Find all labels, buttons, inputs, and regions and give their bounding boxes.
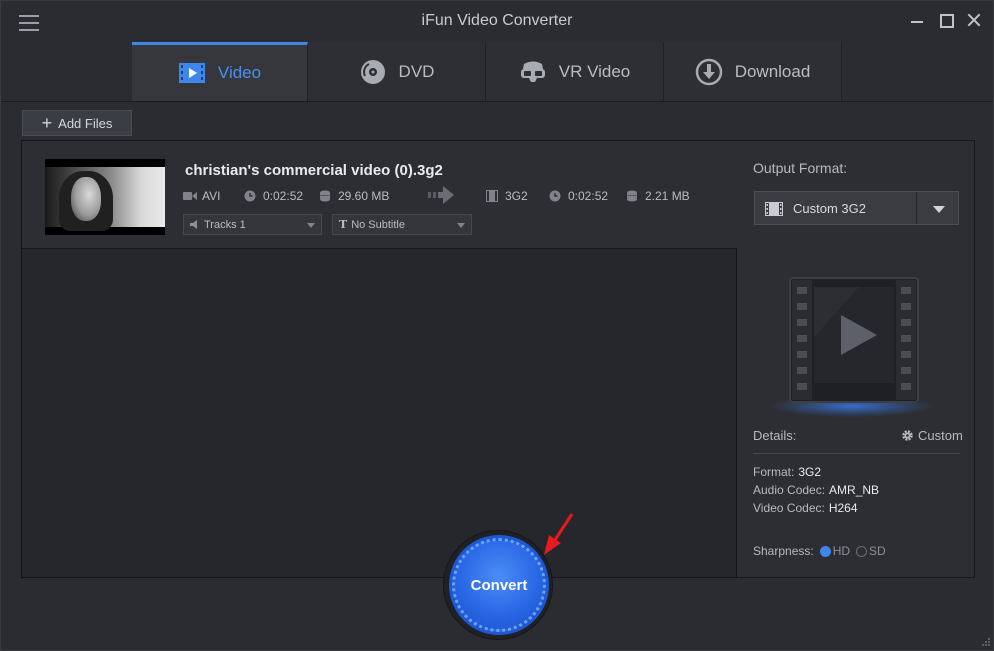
tab-dvd-label: DVD xyxy=(398,61,435,81)
sharpness-hd-label: HD xyxy=(832,544,851,558)
app-title: iFun Video Converter xyxy=(421,12,573,29)
sharpness-hd-radio[interactable] xyxy=(819,545,831,557)
sharpness-row: Sharpness: HD SD xyxy=(753,544,886,558)
tab-vr-video[interactable]: VR Video xyxy=(486,42,664,101)
sharpness-sd-radio[interactable] xyxy=(856,545,868,557)
resize-grip-icon[interactable] xyxy=(979,637,991,649)
clock-icon xyxy=(549,190,562,202)
detail-audio-key: Audio Codec: xyxy=(753,483,826,497)
output-format-select[interactable]: Custom 3G2 xyxy=(754,191,959,225)
format-preview-film-icon xyxy=(789,277,919,403)
database-icon xyxy=(626,190,639,202)
vr-headset-icon xyxy=(519,58,547,86)
details-divider xyxy=(753,453,960,454)
target-format: 3G2 xyxy=(505,189,528,203)
detail-audio-codec: Audio Codec: AMR_NB xyxy=(753,483,879,497)
video-play-icon xyxy=(178,59,206,87)
details-label: Details: xyxy=(753,428,797,443)
audio-track-value: Tracks 1 xyxy=(204,218,246,231)
maximize-button[interactable] xyxy=(937,11,955,29)
film-strip-icon xyxy=(765,202,783,219)
convert-button[interactable]: Convert xyxy=(452,538,546,632)
chevron-down-icon xyxy=(307,223,315,228)
detail-video-value: H264 xyxy=(828,501,858,515)
red-arrow-annotation-icon xyxy=(541,511,577,562)
convert-label: Convert xyxy=(470,576,528,594)
convert-arrow-icon xyxy=(428,186,454,207)
dvd-disc-icon xyxy=(359,58,387,86)
detail-video-codec: Video Codec: H264 xyxy=(753,501,858,515)
tab-vr-video-label: VR Video xyxy=(558,61,631,81)
sharpness-sd-label: SD xyxy=(869,544,886,558)
gear-icon xyxy=(901,429,914,442)
film-icon xyxy=(486,190,499,202)
file-name: christian's commercial video (0).3g2 xyxy=(185,162,443,179)
minimize-button[interactable] xyxy=(908,11,926,29)
source-duration: 0:02:52 xyxy=(263,189,304,203)
detail-format: Format: 3G2 xyxy=(753,465,821,479)
source-meta: AVI 0:02:52 29.60 MB xyxy=(183,188,389,204)
close-button[interactable] xyxy=(965,11,983,29)
video-thumbnail xyxy=(45,159,165,235)
audio-track-select[interactable]: Tracks 1 xyxy=(183,214,322,235)
tab-download[interactable]: Download xyxy=(664,42,842,101)
title-bar: iFun Video Converter xyxy=(1,1,993,41)
target-duration: 0:02:52 xyxy=(568,189,609,203)
tabs-divider xyxy=(1,101,993,102)
file-list: christian's commercial video (0).3g2 AVI… xyxy=(22,141,737,577)
download-icon xyxy=(695,58,723,86)
detail-format-key: Format: xyxy=(753,465,795,479)
chevron-down-icon xyxy=(457,223,465,228)
detail-video-key: Video Codec: xyxy=(753,501,825,515)
subtitle-value: No Subtitle xyxy=(351,218,405,231)
tab-dvd[interactable]: DVD xyxy=(308,42,486,101)
detail-format-value: 3G2 xyxy=(798,465,822,479)
video-camera-icon xyxy=(183,190,197,202)
chevron-down-icon xyxy=(933,206,945,213)
custom-settings-button[interactable]: Custom xyxy=(901,428,963,443)
output-format-label: Output Format: xyxy=(753,160,848,176)
main-tabs: Video DVD VR Video Download xyxy=(132,42,842,101)
add-files-label: Add Files xyxy=(58,115,113,131)
source-format: AVI xyxy=(202,189,221,203)
tab-video-label: Video xyxy=(217,63,262,82)
output-settings-panel: Output Format: Custom 3G2 Details: Custo… xyxy=(737,141,974,577)
app-window: iFun Video Converter Video DVD VR Video xyxy=(0,0,994,651)
plus-icon: + xyxy=(41,113,53,133)
target-meta: 3G2 0:02:52 2.21 MB xyxy=(486,188,690,204)
database-icon xyxy=(319,190,332,202)
text-t-icon: T xyxy=(339,218,348,231)
detail-audio-value: AMR_NB xyxy=(829,483,880,497)
speaker-icon xyxy=(190,220,199,229)
file-list-item[interactable]: christian's commercial video (0).3g2 AVI… xyxy=(22,141,737,249)
target-size: 2.21 MB xyxy=(645,189,690,203)
add-files-button[interactable]: + Add Files xyxy=(22,110,132,136)
tab-download-label: Download xyxy=(734,61,811,81)
source-size: 29.60 MB xyxy=(338,189,390,203)
clock-icon xyxy=(244,190,257,202)
sharpness-label: Sharpness: xyxy=(753,544,814,558)
subtitle-select[interactable]: T No Subtitle xyxy=(332,214,472,235)
custom-label: Custom xyxy=(918,428,963,443)
tab-video[interactable]: Video xyxy=(132,42,308,101)
main-panel: christian's commercial video (0).3g2 AVI… xyxy=(21,140,975,578)
output-format-value: Custom 3G2 xyxy=(793,200,866,216)
